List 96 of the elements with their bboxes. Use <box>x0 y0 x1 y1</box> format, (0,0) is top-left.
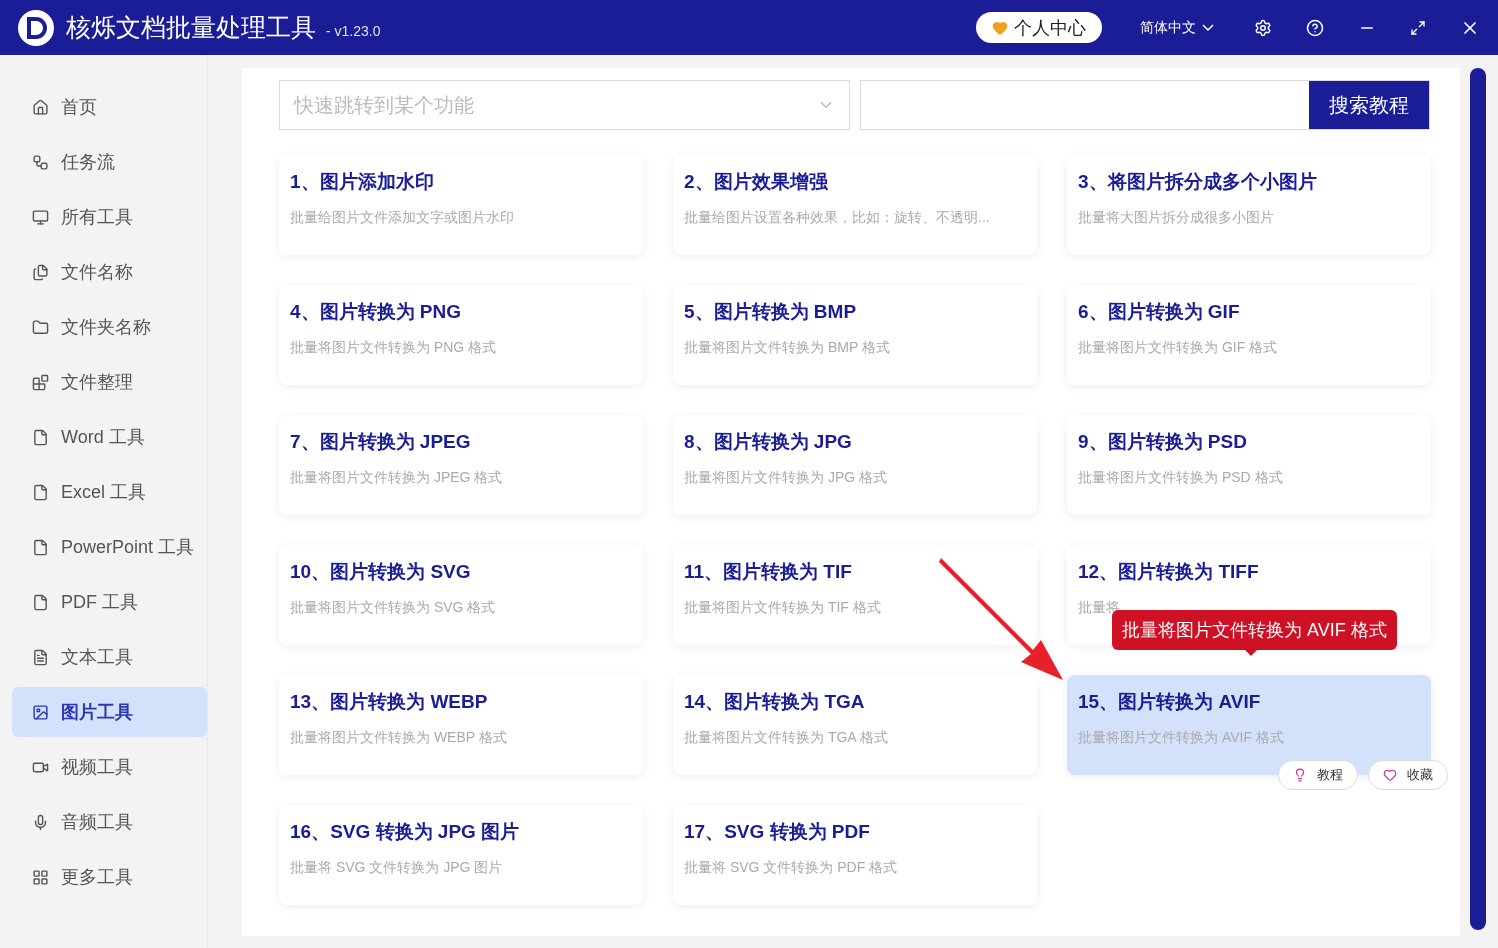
maximize-icon[interactable] <box>1410 19 1426 36</box>
sidebar-item-icon <box>32 428 49 446</box>
language-dropdown[interactable]: 简体中文 <box>1134 17 1220 38</box>
tool-description: 批量将图片文件转换为 TGA 格式 <box>684 729 889 747</box>
tool-description: 批量将图片文件转换为 PNG 格式 <box>290 339 498 357</box>
tool-card[interactable]: 4、图片转换为 PNG 批量将图片文件转换为 PNG 格式 <box>279 285 643 385</box>
tool-title: 15、图片转换为 AVIF <box>1078 690 1262 714</box>
sidebar-item-icon <box>32 208 49 226</box>
tool-card[interactable]: 5、图片转换为 BMP 批量将图片文件转换为 BMP 格式 <box>673 285 1037 385</box>
sidebar-item[interactable]: 音频工具 <box>12 797 207 847</box>
tool-title: 12、图片转换为 TIFF <box>1078 560 1260 584</box>
tool-title: 17、SVG 转换为 PDF <box>684 820 871 844</box>
account-button[interactable]: 个人中心 <box>976 12 1102 43</box>
tool-card[interactable]: 6、图片转换为 GIF 批量将图片文件转换为 GIF 格式 <box>1067 285 1431 385</box>
tool-description: 批量将图片文件转换为 SVG 格式 <box>290 599 497 617</box>
tooltip-pointer <box>1243 648 1259 656</box>
sidebar-item-icon <box>32 648 49 666</box>
tool-title: 13、图片转换为 WEBP <box>290 690 489 714</box>
sidebar-item-icon <box>32 538 49 556</box>
tool-description: 批量将 SVG 文件转换为 PDF 格式 <box>684 859 899 877</box>
tool-card[interactable]: 1、图片添加水印 批量给图片文件添加文字或图片水印 <box>279 155 643 255</box>
sidebar-item[interactable]: 文本工具 <box>12 632 207 682</box>
sidebar-item[interactable]: PowerPoint 工具 <box>12 522 207 572</box>
tool-title: 2、图片效果增强 <box>684 170 829 194</box>
tool-card[interactable]: 11、图片转换为 TIF 批量将图片文件转换为 TIF 格式 <box>673 545 1037 645</box>
tutorial-search-field[interactable]: 搜索教程 <box>860 80 1430 130</box>
tooltip: 批量将图片文件转换为 AVIF 格式 <box>1112 610 1397 650</box>
card-action-button[interactable]: 教程 <box>1278 760 1358 790</box>
scrollbar[interactable] <box>1470 68 1486 930</box>
sidebar-item-icon <box>32 98 49 116</box>
app-version: - v1.23.0 <box>326 22 381 39</box>
sidebar-item[interactable]: 视频工具 <box>12 742 207 792</box>
tool-description: 批量将图片文件转换为 GIF 格式 <box>1078 339 1279 357</box>
sidebar-item-icon <box>32 593 49 611</box>
tool-card[interactable]: 9、图片转换为 PSD 批量将图片文件转换为 PSD 格式 <box>1067 415 1431 515</box>
sidebar-item[interactable]: 所有工具 <box>12 192 207 242</box>
tool-card[interactable]: 7、图片转换为 JPEG 批量将图片文件转换为 JPEG 格式 <box>279 415 643 515</box>
tool-title: 9、图片转换为 PSD <box>1078 430 1248 454</box>
tool-card[interactable]: 13、图片转换为 WEBP 批量将图片文件转换为 WEBP 格式 <box>279 675 643 775</box>
tool-description: 批量将图片文件转换为 BMP 格式 <box>684 339 891 357</box>
sidebar-item-icon <box>32 483 49 501</box>
tool-description: 批量将大图片拆分成很多小图片 <box>1078 209 1275 227</box>
tool-card[interactable]: 3、将图片拆分成多个小图片 批量将大图片拆分成很多小图片 <box>1067 155 1431 255</box>
sidebar-item[interactable]: 首页 <box>12 82 207 132</box>
sidebar-item-icon <box>32 703 49 721</box>
settings-icon[interactable] <box>1254 18 1272 37</box>
tool-description: 批量给图片文件添加文字或图片水印 <box>290 209 515 227</box>
heart-icon <box>1383 768 1397 782</box>
chevron-down-icon <box>1202 24 1214 31</box>
app-title: 核烁文档批量处理工具 <box>66 12 316 43</box>
tool-card[interactable]: 10、图片转换为 SVG 批量将图片文件转换为 SVG 格式 <box>279 545 643 645</box>
tool-card[interactable]: 14、图片转换为 TGA 批量将图片文件转换为 TGA 格式 <box>673 675 1037 775</box>
card-action-button[interactable]: 收藏 <box>1368 760 1448 790</box>
tool-title: 6、图片转换为 GIF <box>1078 300 1241 324</box>
tool-title: 4、图片转换为 PNG <box>290 300 463 324</box>
tool-title: 14、图片转换为 TGA <box>684 690 866 714</box>
sidebar-item[interactable]: 任务流 <box>12 137 207 187</box>
app-logo <box>18 9 54 46</box>
sidebar-item-icon <box>32 263 49 281</box>
tool-description: 批量将图片文件转换为 TIF 格式 <box>684 599 882 617</box>
sidebar-item-icon <box>32 318 49 336</box>
tool-description: 批量将图片文件转换为 JPG 格式 <box>684 469 888 487</box>
tool-card[interactable]: 16、SVG 转换为 JPG 图片 批量将 SVG 文件转换为 JPG 图片 <box>279 805 643 905</box>
sidebar-item[interactable]: 更多工具 <box>12 852 207 902</box>
tool-title: 10、图片转换为 SVG <box>290 560 472 584</box>
tool-card[interactable]: 8、图片转换为 JPG 批量将图片文件转换为 JPG 格式 <box>673 415 1037 515</box>
tool-title: 3、将图片拆分成多个小图片 <box>1078 170 1318 194</box>
tool-description: 批量将 SVG 文件转换为 JPG 图片 <box>290 859 504 877</box>
sidebar-item[interactable]: 图片工具 <box>12 687 207 737</box>
sidebar-item[interactable]: 文件整理 <box>12 357 207 407</box>
sidebar-item[interactable]: Word 工具 <box>12 412 207 462</box>
sidebar-item[interactable]: 文件名称 <box>12 247 207 297</box>
sidebar-item[interactable]: Excel 工具 <box>12 467 207 517</box>
lightbulb-icon <box>1293 768 1307 782</box>
tool-description: 批量将图片文件转换为 JPEG 格式 <box>290 469 504 487</box>
sidebar-item-icon <box>32 813 49 831</box>
tool-title: 5、图片转换为 BMP <box>684 300 858 324</box>
sidebar-item-icon <box>32 373 49 391</box>
tool-title: 7、图片转换为 JPEG <box>290 430 472 454</box>
help-icon[interactable] <box>1306 18 1324 37</box>
tool-card[interactable]: 17、SVG 转换为 PDF 批量将 SVG 文件转换为 PDF 格式 <box>673 805 1037 905</box>
tool-description: 批量将图片文件转换为 PSD 格式 <box>1078 469 1284 487</box>
sidebar-item[interactable]: PDF 工具 <box>12 577 207 627</box>
tool-card[interactable]: 2、图片效果增强 批量给图片设置各种效果，比如：旋转、不透明... <box>673 155 1037 255</box>
sidebar-item[interactable]: 文件夹名称 <box>12 302 207 352</box>
tool-title: 8、图片转换为 JPG <box>684 430 853 454</box>
tool-description: 批量将图片文件转换为 WEBP 格式 <box>290 729 508 747</box>
search-tutorial-button[interactable]: 搜索教程 <box>1309 81 1429 129</box>
tool-title: 11、图片转换为 TIF <box>684 560 853 584</box>
heart-icon <box>992 19 1008 36</box>
tool-description: 批量将图片文件转换为 AVIF 格式 <box>1078 729 1285 747</box>
tool-title: 16、SVG 转换为 JPG 图片 <box>290 820 521 844</box>
sidebar-item-icon <box>32 153 49 171</box>
sidebar-item-icon <box>32 868 49 886</box>
tool-description: 批量给图片设置各种效果，比如：旋转、不透明... <box>684 209 991 227</box>
tool-title: 1、图片添加水印 <box>290 170 435 194</box>
